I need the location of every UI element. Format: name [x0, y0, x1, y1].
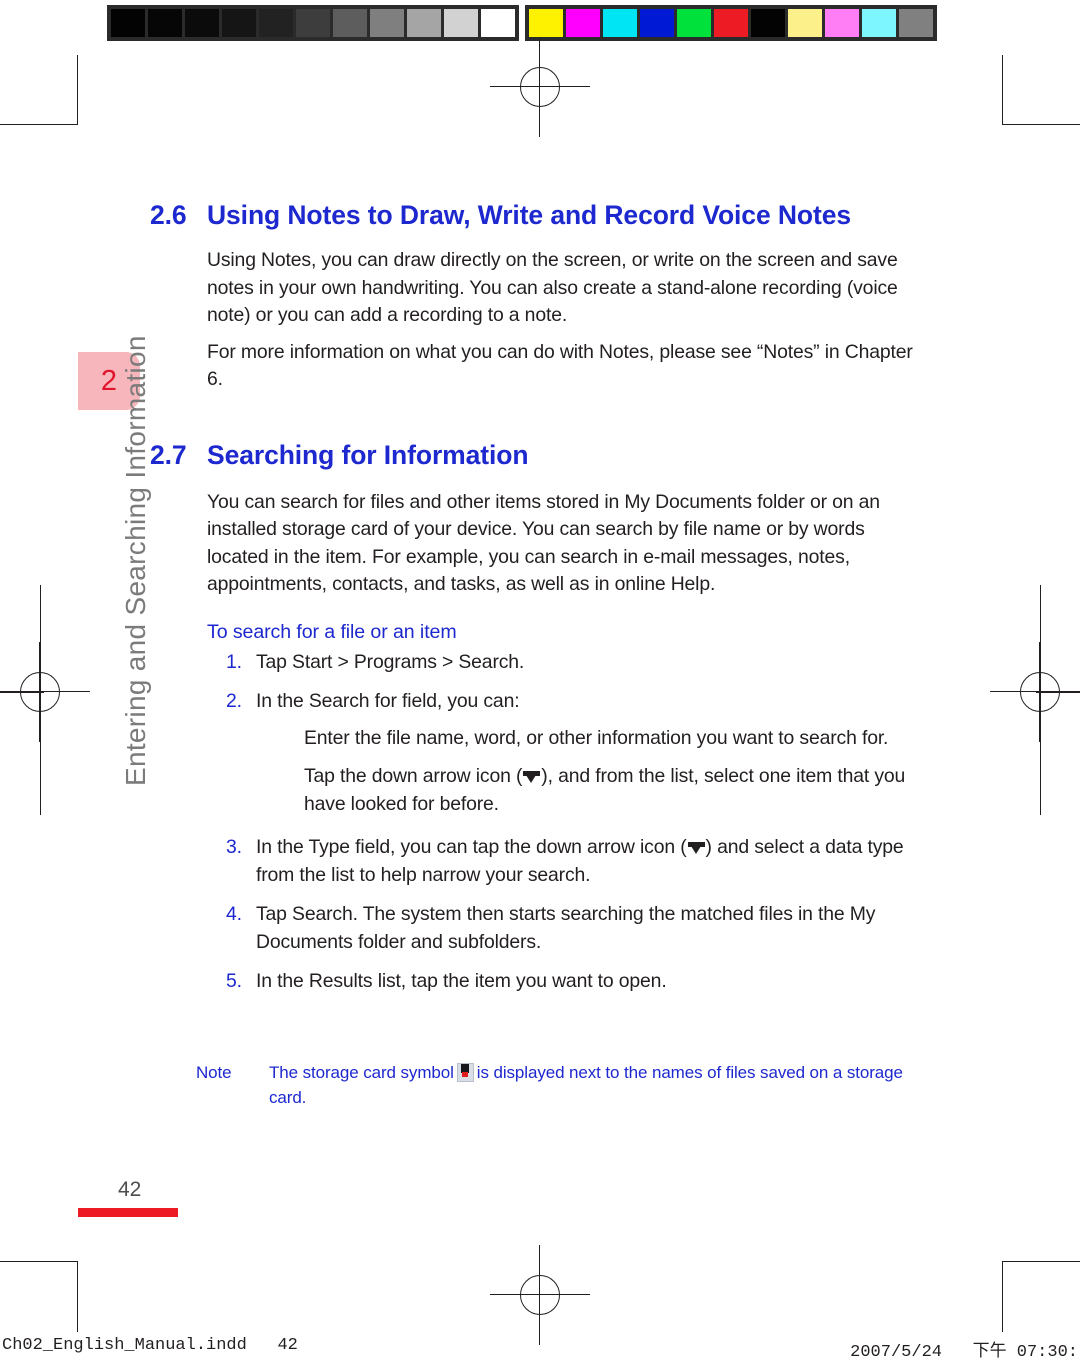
color-swatch-4	[677, 9, 711, 37]
registration-mark-top	[490, 37, 590, 137]
step-marker: 4.	[226, 903, 242, 925]
step-marker: 2.	[226, 690, 242, 712]
list-item: 2. In the Search for field, you can: Ent…	[207, 688, 930, 818]
section-heading-2-6: 2.6 Using Notes to Draw, Write and Record…	[150, 196, 930, 235]
step-marker: 3.	[226, 836, 242, 858]
color-swatch-2	[603, 9, 637, 37]
grayscale-swatch-4	[259, 9, 293, 37]
registration-mark-left	[0, 642, 90, 742]
substep: Enter the file name, word, or other info…	[304, 725, 930, 753]
running-title-vertical: Entering and Searching Information	[120, 335, 151, 786]
color-swatch-0	[529, 9, 563, 37]
grayscale-swatch-8	[407, 9, 441, 37]
registration-mark-circle	[520, 1275, 560, 1315]
crop-mark-bottom-right-v	[1002, 1262, 1004, 1332]
registration-mark-bottom	[490, 1245, 590, 1345]
color-swatch-7	[788, 9, 822, 37]
note-text: The storage card symbol is displayed next…	[269, 1060, 926, 1110]
crop-mark-top-right-h	[1002, 124, 1080, 126]
grayscale-swatch-9	[444, 9, 478, 37]
paragraph: You can search for files and other items…	[207, 490, 880, 596]
substep-text: Enter the file name, word, or other info…	[304, 726, 889, 749]
note-block: Note The storage card symbol is displayed…	[196, 1060, 926, 1110]
paragraph: For more information on what you can do …	[207, 340, 913, 391]
color-swatch-5	[714, 9, 748, 37]
grayscale-swatch-10	[481, 9, 515, 37]
steps-list: 1. Tap Start > Programs > Search. 2. In …	[207, 649, 930, 996]
page-number-rule	[78, 1208, 178, 1217]
grayscale-calibration-bar	[107, 5, 519, 41]
step-marker: 5.	[226, 970, 242, 992]
footer-filename: Ch02_English_Manual.indd 42	[2, 1336, 298, 1355]
prepress-footer: Ch02_English_Manual.indd 42 2007/5/24 下午…	[0, 1336, 1080, 1364]
step-text-before: In the Type field, you can tap the down …	[256, 836, 687, 858]
section-body-2-7: You can search for files and other items…	[150, 489, 930, 996]
grayscale-swatch-2	[185, 9, 219, 37]
storage-card-icon	[456, 1063, 474, 1082]
step-text: Tap Search. The system then starts searc…	[256, 903, 876, 953]
registration-mark-circle	[20, 672, 60, 712]
step-marker: 1.	[226, 650, 242, 673]
grayscale-swatch-1	[148, 9, 182, 37]
grayscale-swatch-6	[333, 9, 367, 37]
list-item: 1. Tap Start > Programs > Search.	[207, 649, 930, 677]
color-swatch-1	[566, 9, 600, 37]
section-body-2-6: Using Notes, you can draw directly on th…	[150, 247, 930, 394]
step-text: In the Search for field, you can:	[256, 690, 520, 712]
section-number-2-7: 2.7	[150, 439, 187, 470]
step-text: Tap Start > Programs > Search.	[256, 650, 525, 673]
substep: Tap the down arrow icon (), and from the…	[304, 763, 930, 818]
section-number-2-6: 2.6	[150, 200, 187, 230]
substep-text-before: Tap the down arrow icon (	[304, 765, 523, 787]
page-number: 42	[118, 1178, 142, 1201]
prepress-calibration-bars	[107, 5, 937, 41]
section-title-2-7: Searching for Information	[207, 439, 529, 470]
color-swatch-9	[862, 9, 896, 37]
list-item: 4. Tap Search. The system then starts se…	[207, 901, 930, 956]
registration-mark-circle	[520, 67, 560, 107]
crop-mark-top-right-v	[1002, 55, 1004, 125]
footer-timestamp: 2007/5/24 下午 07:30:	[850, 1343, 1078, 1362]
page-content: 2.6 Using Notes to Draw, Write and Record…	[150, 196, 930, 1008]
list-item: 3. In the Type field, you can tap the do…	[207, 834, 930, 889]
grayscale-swatch-5	[296, 9, 330, 37]
paragraph: Using Notes, you can draw directly on th…	[207, 249, 898, 326]
registration-mark-right	[990, 642, 1080, 742]
down-arrow-icon	[523, 771, 541, 783]
subheading-to-search: To search for a file or an item	[207, 620, 457, 643]
step-text: In the Results list, tap the item you wa…	[256, 970, 667, 992]
section-heading-2-7: 2.7 Searching for Information	[150, 436, 930, 475]
grayscale-swatch-7	[370, 9, 404, 37]
note-label: Note	[196, 1063, 232, 1082]
note-text-before: The storage card symbol	[269, 1063, 454, 1082]
section-title-2-6: Using Notes to Draw, Write and Record Vo…	[207, 200, 851, 230]
color-calibration-bar	[525, 5, 937, 41]
color-swatch-8	[825, 9, 859, 37]
crop-mark-top-left-v	[77, 55, 79, 125]
registration-mark-circle	[1020, 672, 1060, 712]
crop-mark-top-left-h	[0, 124, 78, 126]
grayscale-swatch-3	[222, 9, 256, 37]
crop-mark-bottom-left-h	[0, 1261, 78, 1263]
grayscale-swatch-0	[111, 9, 145, 37]
color-swatch-6	[751, 9, 785, 37]
list-item: 5. In the Results list, tap the item you…	[207, 968, 930, 996]
color-swatch-10	[899, 9, 933, 37]
crop-mark-bottom-left-v	[77, 1262, 79, 1332]
down-arrow-icon	[687, 842, 705, 854]
crop-mark-bottom-right-h	[1002, 1261, 1080, 1263]
color-swatch-3	[640, 9, 674, 37]
